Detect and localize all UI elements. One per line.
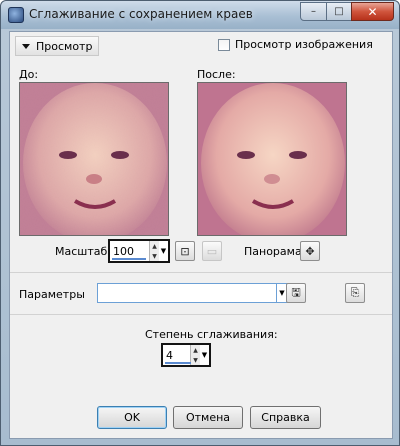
zoom-to-fit-button[interactable]: ⊡ [175,241,195,261]
maximize-button[interactable]: □ [326,2,352,21]
save-floppy-icon: 🖫 [291,285,301,299]
dialog-client-area: Просмотр Просмотр изображения До: После: [9,31,393,439]
reset-defaults-button[interactable]: ⎘ [345,283,365,303]
smoothing-label: Степень сглаживания: [145,328,278,341]
after-preview-image[interactable] [197,82,347,236]
ok-button[interactable]: OK [97,406,167,429]
spin-up-icon[interactable]: ▲ [191,345,200,355]
smoothing-stepper[interactable]: ▲ ▼ [190,345,200,365]
zoom-to-fit-icon: ⊡ [180,244,190,258]
title-bar[interactable]: Сглаживание с сохранением краев – □ ✕ [1,1,399,29]
save-preset-button[interactable]: 🖫 [286,283,306,303]
zoom-slider-indicator [112,258,146,260]
smoothing-spinbox[interactable]: 4 ▲ ▼ ▼ [161,343,211,367]
preview-toggle-button[interactable]: Просмотр [15,36,99,56]
chevron-down-icon [22,43,30,49]
smoothing-value[interactable]: 4 [163,349,190,362]
image-preview-label: Просмотр изображения [235,38,373,51]
zoom-label: Масштаб: [55,245,111,258]
zoom-spinbox[interactable]: 100 ▲ ▼ ▼ [108,239,170,263]
cancel-button[interactable]: Отмена [173,406,243,429]
close-icon: ✕ [367,4,378,19]
dialog-window: Сглаживание с сохранением краев – □ ✕ Пр… [0,0,400,446]
close-button[interactable]: ✕ [351,2,394,21]
actual-size-button[interactable]: ▭ [202,241,222,261]
pan-move-icon: ✥ [305,244,315,258]
image-preview-checkbox[interactable]: Просмотр изображения [218,38,373,51]
spin-down-icon[interactable]: ▼ [150,251,159,261]
preview-toggle-label: Просмотр [36,39,93,53]
after-label: После: [197,68,236,81]
parameters-label: Параметры [19,288,85,301]
zoom-dropdown-icon[interactable]: ▼ [159,241,168,261]
parameters-preset-combobox[interactable] [97,283,277,303]
actual-size-icon: ▭ [206,244,218,258]
zoom-value[interactable]: 100 [110,245,149,258]
separator [10,272,392,273]
chevron-down-icon: ▼ [279,289,285,297]
before-label: До: [19,68,39,81]
separator [10,314,392,315]
reset-defaults-icon: ⎘ [350,286,360,299]
before-preview-image[interactable] [19,82,169,236]
baby-face-after-image [198,83,346,235]
zoom-stepper[interactable]: ▲ ▼ [149,241,159,261]
pan-button[interactable]: ✥ [300,241,320,261]
window-title: Сглаживание с сохранением краев [29,7,253,21]
pan-label: Панорама: [244,245,306,258]
baby-face-before-image [20,83,168,235]
checkbox-box[interactable] [218,38,230,51]
help-button[interactable]: Справка [250,406,321,429]
minimize-icon: – [311,6,316,17]
smoothing-dropdown-icon[interactable]: ▼ [200,345,209,365]
maximize-icon: □ [334,6,344,17]
spin-down-icon[interactable]: ▼ [191,355,200,365]
minimize-button[interactable]: – [300,2,327,21]
smoothing-slider-indicator [165,362,191,364]
spin-up-icon[interactable]: ▲ [150,241,159,251]
app-icon [8,7,24,23]
